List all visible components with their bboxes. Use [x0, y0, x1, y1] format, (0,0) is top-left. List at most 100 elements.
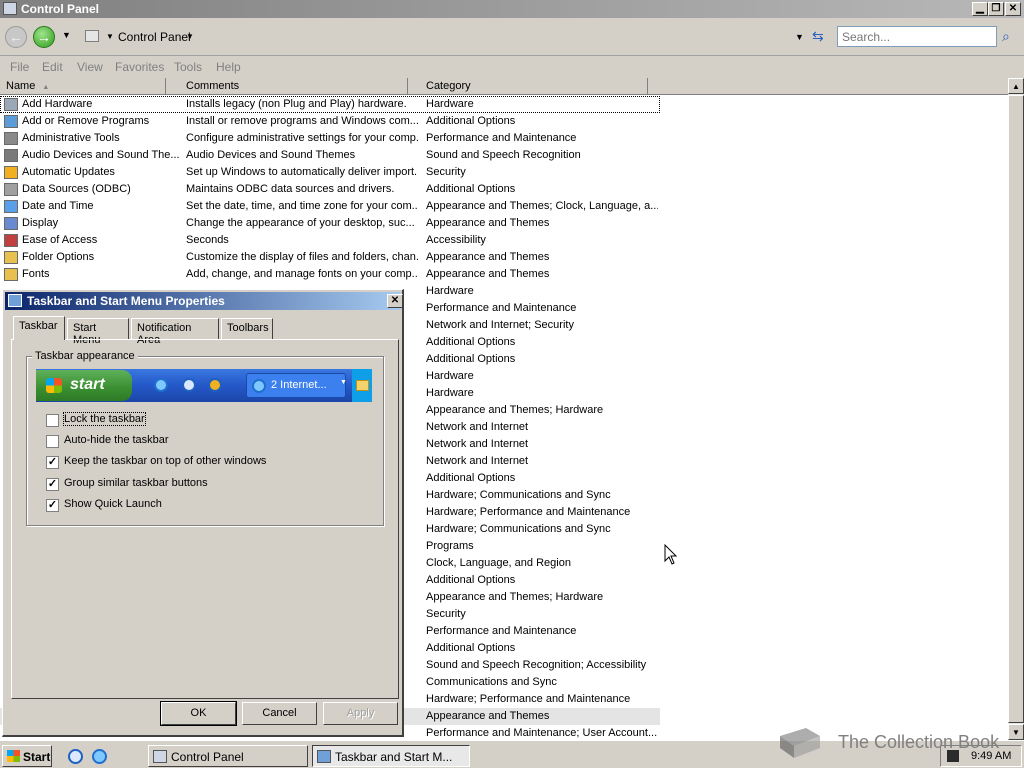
menu-favorites[interactable]: Favorites: [115, 60, 164, 74]
applet-icon: [4, 268, 18, 281]
checkbox[interactable]: ✓: [46, 499, 59, 512]
item-category: Clock, Language, and Region: [426, 557, 571, 569]
breadcrumb-control-panel[interactable]: Control Panel: [118, 30, 191, 44]
list-item[interactable]: Date and Time Set the date, time, and tim…: [0, 198, 660, 215]
item-category: Hardware: [426, 285, 474, 297]
chevron-down-icon[interactable]: ▼: [106, 32, 114, 41]
applet-icon: [4, 132, 18, 145]
list-item[interactable]: Add Hardware Installs legacy (non Plug an…: [0, 96, 660, 113]
menu-file[interactable]: File: [10, 60, 29, 74]
checkbox-label[interactable]: Keep the taskbar on top of other windows: [64, 455, 266, 467]
list-header: Name ▲ Comments Category: [0, 78, 1008, 95]
scroll-up-icon[interactable]: ▲: [1008, 78, 1024, 94]
windows-flag-icon: [7, 750, 20, 762]
item-name: Display: [22, 217, 59, 229]
tab-start-menu[interactable]: Start Menu: [67, 318, 129, 346]
preview-task-label: 2 Internet...: [271, 379, 327, 391]
control-panel-icon: [3, 2, 17, 15]
list-item[interactable]: Administrative Tools Configure administra…: [0, 130, 660, 147]
checkbox-label[interactable]: Auto-hide the taskbar: [64, 434, 169, 446]
checkbox[interactable]: [46, 435, 59, 448]
applet-icon: [4, 251, 18, 264]
item-comment: Set up Windows to automatically deliver …: [186, 166, 418, 178]
restore-button[interactable]: ❐: [988, 2, 1004, 16]
item-category: Network and Internet: [426, 455, 529, 467]
applet-icon: [4, 217, 18, 230]
ok-button[interactable]: OK: [160, 701, 237, 726]
menu-view[interactable]: View: [77, 60, 103, 74]
chevron-down-icon[interactable]: ▼: [186, 32, 194, 41]
menu-help[interactable]: Help: [216, 60, 241, 74]
address-field[interactable]: ▼ Control Panel ▼: [82, 26, 806, 48]
item-category: Sound and Speech Recognition; Accessibil…: [426, 659, 647, 671]
window-titlebar[interactable]: Control Panel ▁ ❐ ✕: [0, 0, 1024, 18]
history-dropdown-icon[interactable]: ▼: [62, 30, 71, 40]
search-input[interactable]: Search...: [837, 26, 997, 47]
book-icon: [780, 728, 820, 758]
item-name: Date and Time: [22, 200, 94, 212]
menu-tools[interactable]: Tools: [174, 60, 202, 74]
cancel-button[interactable]: Cancel: [242, 702, 317, 725]
list-item[interactable]: Add or Remove Programs Install or remove …: [0, 113, 660, 130]
preview-start-button: start: [36, 370, 132, 401]
scroll-thumb[interactable]: [1008, 95, 1024, 723]
forward-button[interactable]: →: [33, 26, 55, 48]
apply-button[interactable]: Apply: [323, 702, 398, 725]
checkbox[interactable]: ✓: [46, 456, 59, 469]
quick-launch-ie-icon[interactable]: [92, 749, 107, 764]
item-category: Accessibility: [426, 234, 486, 246]
preview-task-button: 2 Internet... ▼: [246, 373, 347, 398]
list-item[interactable]: Data Sources (ODBC) Maintains ODBC data s…: [0, 181, 660, 198]
item-category: Performance and Maintenance: [426, 132, 577, 144]
vertical-scrollbar[interactable]: ▲ ▼: [1008, 78, 1024, 740]
dialog-title: Taskbar and Start Menu Properties: [27, 294, 225, 308]
group-label: Taskbar appearance: [32, 350, 138, 362]
refresh-icon[interactable]: ⇆: [812, 28, 824, 45]
checkbox-label[interactable]: Show Quick Launch: [64, 498, 162, 510]
column-header-comments[interactable]: Comments: [180, 78, 408, 95]
item-comment: Installs legacy (non Plug and Play) hard…: [186, 98, 407, 110]
minimize-button[interactable]: ▁: [972, 2, 988, 16]
dialog-close-button[interactable]: ✕: [387, 294, 403, 308]
column-header-name[interactable]: Name ▲: [0, 78, 166, 95]
list-item[interactable]: Display Change the appearance of your des…: [0, 215, 660, 232]
list-item[interactable]: Automatic Updates Set up Windows to autom…: [0, 164, 660, 181]
item-category: Additional Options: [426, 574, 516, 586]
checkbox[interactable]: ✓: [46, 478, 59, 491]
tab-notification-area[interactable]: Notification Area: [131, 318, 219, 346]
taskbar-button-taskbar-properties[interactable]: Taskbar and Start M...: [312, 745, 470, 767]
close-button[interactable]: ✕: [1005, 2, 1021, 16]
item-category: Appearance and Themes: [426, 251, 550, 263]
tab-toolbars[interactable]: Toolbars: [221, 318, 273, 339]
taskbar-properties-icon: [8, 294, 22, 307]
search-icon[interactable]: ⌕: [1002, 28, 1010, 45]
applet-icon: [4, 166, 18, 179]
item-category: Hardware; Performance and Maintenance: [426, 506, 631, 518]
address-dropdown-icon[interactable]: ▼: [795, 32, 804, 42]
tab-taskbar[interactable]: Taskbar: [13, 316, 65, 340]
dialog-titlebar[interactable]: Taskbar and Start Menu Properties ✕: [5, 292, 403, 310]
quick-launch-outlook-icon[interactable]: [68, 749, 83, 764]
item-category: Network and Internet: [426, 421, 529, 433]
menu-edit[interactable]: Edit: [42, 60, 63, 74]
item-category: Sound and Speech Recognition: [426, 149, 581, 161]
back-button[interactable]: ←: [5, 26, 27, 48]
column-header-label: Category: [426, 80, 471, 92]
list-item[interactable]: Ease of Access Seconds Accessibility: [0, 232, 660, 249]
taskbar-button-control-panel[interactable]: Control Panel: [148, 745, 308, 767]
checkbox[interactable]: [46, 414, 59, 427]
item-name: Audio Devices and Sound The...: [22, 149, 180, 161]
column-header-category[interactable]: Category: [420, 78, 648, 95]
list-item[interactable]: Folder Options Customize the display of f…: [0, 249, 660, 266]
applet-icon: [4, 200, 18, 213]
checkbox-label[interactable]: Group similar taskbar buttons: [64, 477, 208, 489]
item-name: Automatic Updates: [22, 166, 115, 178]
list-item[interactable]: Audio Devices and Sound The... Audio Devi…: [0, 147, 660, 164]
internet-explorer-icon: [252, 379, 266, 393]
list-item[interactable]: Fonts Add, change, and manage fonts on yo…: [0, 266, 660, 283]
item-name: Administrative Tools: [22, 132, 120, 144]
item-name: Fonts: [22, 268, 50, 280]
checkbox-label[interactable]: Lock the taskbar: [63, 412, 146, 426]
item-comment: Install or remove programs and Windows c…: [186, 115, 418, 127]
start-button[interactable]: Start: [2, 745, 52, 767]
